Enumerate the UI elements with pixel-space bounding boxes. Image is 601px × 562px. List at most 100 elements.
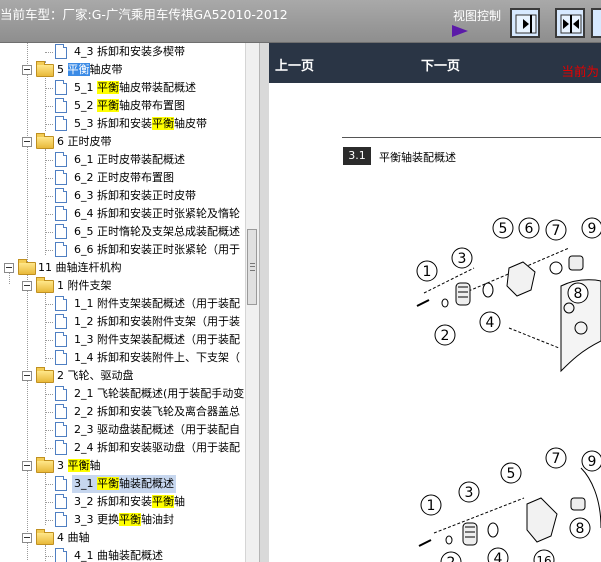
current-page-label: 当前为 [561,64,599,79]
folder-open-icon [36,133,54,149]
document-icon [55,314,67,329]
tree-item-label: 2_4 拆卸和安装驱动盘（用于装配 [74,441,240,454]
chapter-tree: 4_3 拆卸和安装多楔带 5 平衡轴皮带 5_1 平衡轴皮带装配概述 5_2 平… [0,43,245,562]
search-highlight: 平衡 [152,117,174,130]
section-title: 平衡轴装配概述 [379,151,456,164]
callout-9: 9 [581,217,601,239]
split-pane-button[interactable] [555,8,585,38]
next-page-link[interactable]: 下一页 [421,55,460,74]
tree-item-label: 轴 [89,459,101,472]
tree-item-label: 1 附件支架 [57,279,112,292]
document-icon [55,152,67,167]
tree-item-label: 轴皮带布置图 [119,99,185,112]
callout-16: 16 [533,549,555,562]
collapse-toggle-icon[interactable] [22,461,32,471]
search-highlight: 平衡 [67,63,90,76]
svg-text:1: 1 [423,264,432,280]
folder-open-icon [36,457,54,473]
tree-item-label: 5 [57,63,68,76]
callout-2: 2 [434,324,456,346]
tree-item-label: 6_2 正时皮带布置图 [74,171,174,184]
document-icon [55,188,67,203]
svg-text:16: 16 [536,554,551,562]
tree-item-label: 轴皮带装配概述 [119,81,196,94]
tree-guide-line [45,473,46,525]
tree-item-label: 2_3 驱动盘装配概述（用于装配自 [74,423,240,436]
tree-item-label: 6_6 拆卸和安装正时张紧轮（用于 [74,243,240,256]
document-icon [55,440,67,455]
document-icon [55,206,67,221]
tree-item-label: 3 [57,459,68,472]
tree-item-label: 轴 [174,495,185,508]
svg-text:4: 4 [494,551,503,562]
tree-item-label: 2_1 飞轮装配概述(用于装配手动变 [74,387,245,400]
tree-item-label: 6_1 正时皮带装配概述 [74,153,185,166]
document-icon [55,44,67,59]
collapse-toggle-icon[interactable] [22,371,32,381]
document-icon [55,242,67,257]
collapse-left-pane-button[interactable] [510,8,540,38]
tree-item-label: 3_3 更换 [74,513,119,526]
svg-text:6: 6 [525,221,534,237]
collapse-toggle-icon[interactable] [22,281,32,291]
folder-open-icon [36,61,54,77]
callout-6: 6 [518,217,540,239]
tree-guide-line [27,275,28,560]
pane-split-icon [560,14,582,34]
section-divider [342,137,601,138]
collapse-right-pane-button[interactable] [591,8,601,38]
tree-item-label: 5_2 [74,99,97,112]
tree-item-label: 轴皮带 [89,63,123,76]
callout-7: 7 [545,447,567,469]
document-icon [55,422,67,437]
prev-page-link[interactable]: 上一页 [275,55,314,74]
svg-text:7: 7 [552,223,561,239]
callout-1: 1 [416,260,438,282]
tree-item-label: 4_1 曲轴装配概述 [74,549,163,562]
callout-5: 5 [492,217,514,239]
tree-item-label: 11 曲轴连杆机构 [38,261,122,274]
svg-text:2: 2 [441,328,450,344]
document-icon [55,80,67,95]
tree-item-label: 1_2 拆卸和安装附件支架（用于装 [74,315,240,328]
folder-open-icon [36,367,54,383]
search-highlight: 平衡 [152,495,174,508]
tree-item-label: 6_3 拆卸和安装正时皮带 [74,189,196,202]
tree-guide-line [45,545,46,562]
tree-item-label: 5_3 拆卸和安装 [74,117,152,130]
tree-item-label: 轴油封 [141,513,174,526]
tree-item-label: 6_4 拆卸和安装正时张紧轮及惰轮 [74,207,240,220]
callout-1: 1 [420,494,442,516]
tree-item-label: 轴皮带 [174,117,207,130]
tree-item-label: 5_1 [74,81,97,94]
svg-text:5: 5 [507,466,516,482]
callout-9: 9 [581,450,601,472]
callout-8: 8 [567,282,589,304]
pane-right-icon [515,14,537,34]
scrollbar-thumb[interactable] [247,229,257,305]
tree-item-label: 1_1 附件支架装配概述（用于装配 [74,297,240,310]
search-highlight: 平衡 [119,513,141,526]
collapse-toggle-icon[interactable] [4,263,14,273]
tree-item-label: 1_4 拆卸和安装附件上、下支架（ [74,351,240,364]
collapse-toggle-icon[interactable] [22,137,32,147]
document-icon [55,404,67,419]
search-highlight: 平衡 [97,81,119,94]
collapse-toggle-icon[interactable] [22,533,32,543]
tree-item-label: 2 飞轮、驱动盘 [57,369,134,382]
document-icon [55,494,67,509]
svg-text:2: 2 [447,555,456,562]
tree-item-label: 1_3 附件支架装配概述（用于装配 [74,333,240,346]
tree-scrollbar[interactable] [245,43,259,562]
view-control-arrow-icon[interactable] [452,25,468,37]
tree-guide-line [27,43,28,266]
current-car-model: 当前车型：厂家:G-广汽乘用车传祺GA52010-2012 [0,7,288,22]
document-icon [55,332,67,347]
svg-text:3: 3 [458,251,467,267]
svg-text:9: 9 [588,221,597,237]
svg-text:9: 9 [588,454,597,470]
tree-item-label: 6_5 正时惰轮及支架总成装配概述 [74,225,240,238]
collapse-toggle-icon[interactable] [22,65,32,75]
document-icon [55,116,67,131]
search-highlight: 平衡 [97,477,119,490]
